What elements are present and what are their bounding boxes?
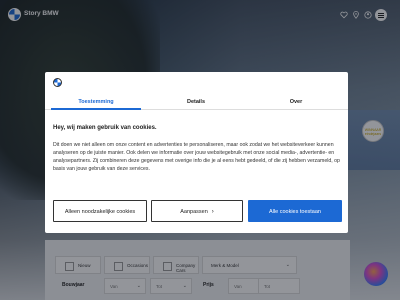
cookie-description: Dit doen we niet alleen om onze content … [53,142,340,172]
cookie-tabs: Toestemming Details Over [45,96,348,110]
bmw-logo-icon [53,78,62,87]
tab-over[interactable]: Over [251,99,341,105]
tab-details[interactable]: Details [151,99,241,105]
cookie-title: Hey, wij maken gebruik van cookies. [53,125,157,131]
necessary-cookies-button[interactable]: Alleen noodzakelijke cookies [53,200,147,222]
cookie-consent-dialog: Toestemming Details Over Hey, wij maken … [45,72,348,233]
active-tab-indicator [51,108,141,110]
customize-button[interactable]: Aanpassen › [151,200,243,222]
accept-all-cookies-button[interactable]: Alle cookies toestaan [248,200,342,222]
tab-toestemming[interactable]: Toestemming [51,99,141,105]
customize-label: Aanpassen [180,209,208,215]
chevron-right-icon: › [211,209,214,215]
